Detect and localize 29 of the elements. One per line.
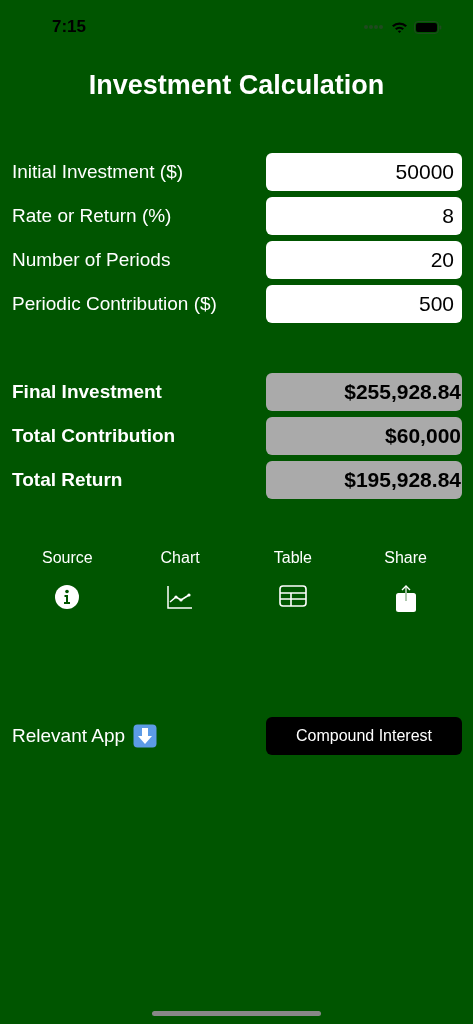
action-label[interactable]: Share	[384, 549, 427, 568]
app-button[interactable]: Compound Interest	[266, 717, 462, 756]
result-label: Total Return	[12, 469, 123, 492]
result-label: Total Contribution	[12, 425, 176, 448]
field-label: Number of Periods	[12, 249, 171, 272]
status-time: 7:15	[52, 17, 87, 37]
page-title: Investment Calculation	[87, 69, 386, 102]
battery-icon	[414, 20, 442, 34]
info-icon[interactable]	[55, 585, 80, 610]
share-icon[interactable]	[394, 585, 417, 614]
relevant-app-label: Relevant App	[12, 725, 126, 748]
result-value: $195,928.84	[266, 461, 462, 500]
field-label: Initial Investment ($)	[12, 161, 184, 184]
action-label[interactable]: Table	[273, 549, 312, 568]
action-label[interactable]: Source	[42, 549, 93, 568]
wifi-icon	[391, 21, 408, 33]
input-field[interactable]: 20	[266, 241, 462, 280]
table-icon[interactable]	[278, 585, 307, 608]
field-label: Periodic Contribution ($)	[12, 293, 217, 316]
input-field[interactable]: 50000	[266, 153, 462, 192]
input-field[interactable]: 500	[266, 285, 462, 324]
result-value: $60,000	[266, 417, 462, 456]
line-chart-icon[interactable]	[167, 585, 194, 610]
result-value: $255,928.84	[266, 373, 462, 412]
signal-icon	[363, 24, 385, 30]
field-label: Rate or Return (%)	[12, 205, 172, 228]
input-field[interactable]: 8	[266, 197, 462, 236]
action-label[interactable]: Chart	[160, 549, 200, 568]
result-label: Final Investment	[12, 381, 162, 404]
